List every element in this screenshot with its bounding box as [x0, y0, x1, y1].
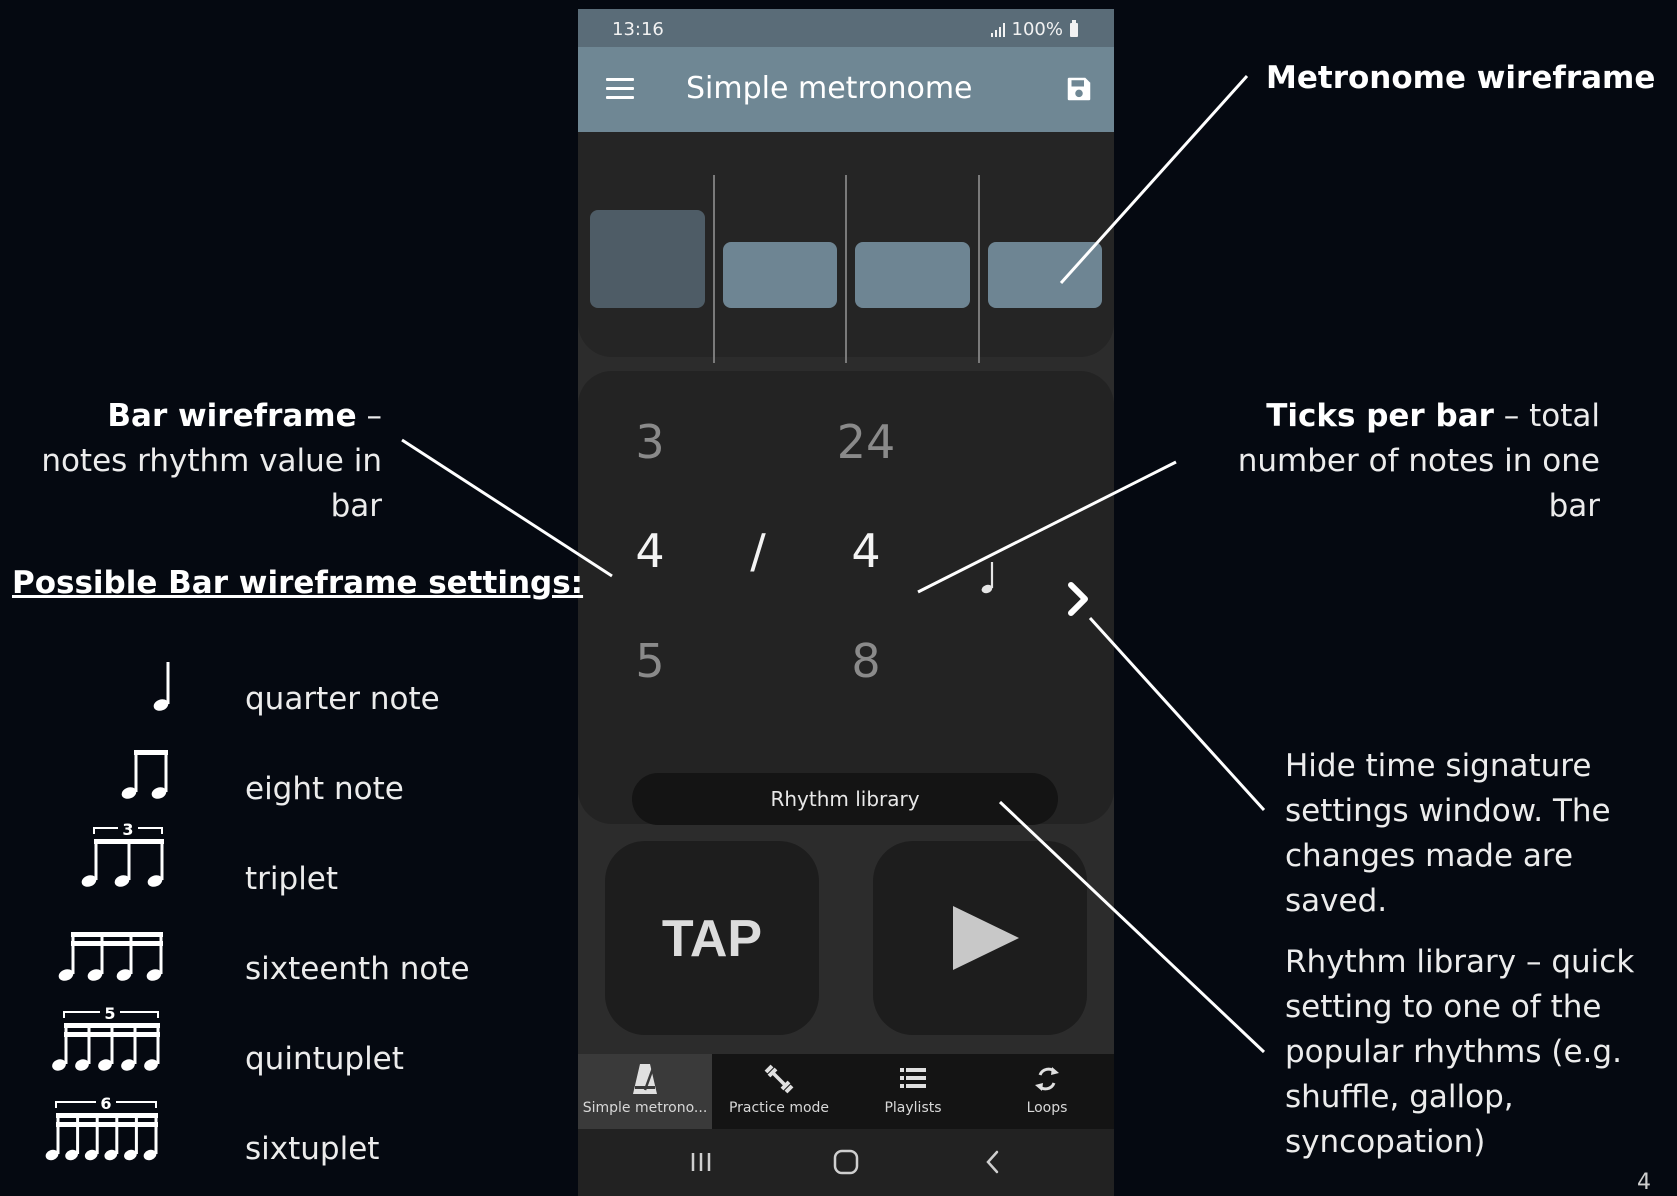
app-bar: Simple metronome	[578, 47, 1114, 132]
beat-3[interactable]	[855, 242, 970, 308]
setting-label-sixtuplet: sixtuplet	[245, 1131, 380, 1167]
dumbbell-icon	[764, 1064, 794, 1094]
metronome-wireframe	[578, 132, 1114, 363]
back-icon[interactable]	[978, 1147, 1008, 1177]
tuplet-number: 3	[122, 822, 133, 839]
numerator-current[interactable]: 4	[610, 524, 690, 578]
annotation-metronome-wireframe: Metronome wireframe	[1266, 60, 1656, 96]
tuplet-number: 6	[100, 1096, 111, 1113]
quintuplet-icon: 5	[52, 1006, 160, 1071]
save-icon[interactable]	[1064, 74, 1094, 104]
signal-icon	[990, 22, 1005, 37]
phone-screen: 13:16 100% Simple metronome 3 4 5 / 24 4…	[578, 9, 1114, 1196]
nav-item-practice-mode[interactable]: Practice mode	[712, 1054, 846, 1129]
setting-label-quarter-note: quarter note	[245, 681, 440, 717]
beat-1[interactable]	[590, 210, 705, 308]
metronome-icon	[633, 1064, 657, 1094]
page-title: Simple metronome	[686, 71, 973, 106]
nav-label: Playlists	[884, 1100, 942, 1116]
leader-line-hide-settings	[1088, 616, 1266, 812]
hamburger-menu-icon[interactable]	[606, 78, 634, 100]
play-icon	[953, 906, 1019, 970]
nav-label: Practice mode	[728, 1100, 830, 1116]
quarter-note-icon[interactable]	[978, 559, 998, 595]
annotation-ticks-per-bar: Ticks per bar – total number of notes in…	[1200, 394, 1600, 529]
sixtuplet-icon: 6	[45, 1096, 158, 1161]
tap-button[interactable]: TAP	[605, 841, 819, 1035]
denominator-previous[interactable]: 24	[826, 415, 906, 469]
beat-2[interactable]	[722, 242, 837, 308]
settings-heading: Possible Bar wireframe settings:	[12, 565, 584, 601]
rhythm-library-button[interactable]: Rhythm library	[632, 773, 1058, 825]
numerator-next[interactable]: 5	[610, 634, 690, 688]
tuplet-number: 5	[104, 1006, 115, 1023]
annotation-bar-wireframe-title: Bar wireframe	[107, 398, 357, 434]
system-navigation-bar	[578, 1129, 1114, 1196]
nav-item-simple-metronome[interactable]: Simple metrono...	[578, 1054, 712, 1129]
chevron-right-icon[interactable]	[1065, 579, 1091, 619]
nav-item-playlists[interactable]: Playlists	[846, 1054, 980, 1129]
home-icon[interactable]	[831, 1147, 861, 1177]
bottom-navigation: Simple metrono... Practice mode Playlist…	[578, 1054, 1114, 1129]
setting-label-triplet: triplet	[245, 861, 339, 897]
annotation-ticks-per-bar-title: Ticks per bar	[1266, 398, 1494, 434]
list-icon	[900, 1068, 926, 1088]
numerator-previous[interactable]: 3	[610, 415, 690, 469]
nav-label: Loops	[1026, 1100, 1068, 1116]
annotation-rhythm-library: Rhythm library – quick setting to one of…	[1285, 944, 1635, 1160]
denominator-current[interactable]: 4	[826, 524, 906, 578]
tap-button-label: TAP	[661, 910, 763, 968]
recents-icon[interactable]	[686, 1147, 716, 1177]
play-button[interactable]	[873, 841, 1087, 1035]
quarter-note-icon	[153, 662, 170, 711]
nav-item-loops[interactable]: Loops	[980, 1054, 1114, 1129]
battery-level: 100%	[1011, 19, 1063, 40]
triplet-icon: 3	[81, 822, 164, 887]
time-signature-separator: /	[750, 524, 766, 578]
annotation-hide-settings: Hide time signature settings window. The…	[1285, 748, 1611, 919]
beat-divider	[712, 175, 715, 363]
loop-icon	[1035, 1067, 1059, 1091]
setting-label-sixteenth-note: sixteenth note	[245, 951, 470, 987]
status-bar: 13:16 100%	[578, 9, 1114, 47]
setting-label-quintuplet: quintuplet	[245, 1041, 404, 1077]
status-indicators: 100%	[990, 19, 1078, 40]
status-time: 13:16	[612, 19, 664, 40]
nav-label: Simple metrono...	[582, 1100, 708, 1116]
beat-divider	[977, 175, 980, 363]
sixteenth-notes-icon	[58, 932, 163, 981]
beat-4[interactable]	[987, 242, 1102, 308]
time-signature-panel: 3 4 5 / 24 4 8 Rhythm library	[578, 371, 1114, 825]
beat-divider	[845, 175, 847, 363]
battery-icon	[1070, 19, 1078, 37]
eighth-notes-icon	[121, 750, 168, 799]
denominator-next[interactable]: 8	[826, 634, 906, 688]
setting-label-eight-note: eight note	[245, 771, 404, 807]
annotation-bar-wireframe: Bar wireframe – notes rhythm value in ba…	[20, 394, 382, 529]
page-number: 4	[1637, 1170, 1651, 1195]
